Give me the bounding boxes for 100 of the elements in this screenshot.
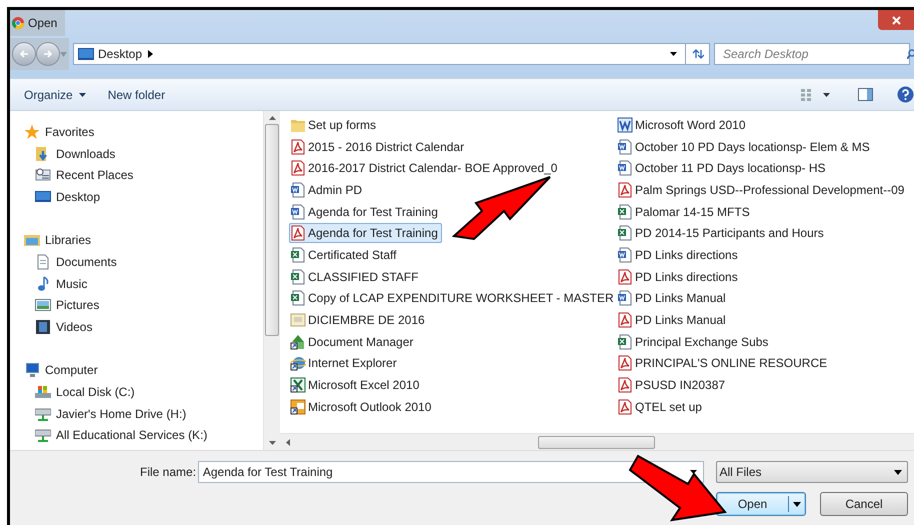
pdf-document-icon <box>617 355 633 372</box>
help-button[interactable] <box>897 86 914 103</box>
nav-item[interactable]: Recent Places <box>24 164 134 186</box>
file-item[interactable]: Internet Explorer <box>289 353 401 374</box>
breadcrumb-arrow-icon <box>148 50 154 58</box>
file-item[interactable]: Microsoft Excel 2010 <box>289 375 424 396</box>
star-icon <box>24 124 40 140</box>
nav-item[interactable]: Desktop <box>24 186 100 208</box>
dropdown-caret-icon[interactable] <box>670 52 677 56</box>
web-browser-shortcut-icon <box>290 355 306 372</box>
file-item[interactable]: PD Links Manual <box>616 288 730 308</box>
spreadsheet-document-icon <box>290 268 306 285</box>
spreadsheet-document-icon <box>290 246 306 263</box>
nav-item[interactable]: Javier's Home Drive (H:) <box>24 402 186 425</box>
search-icon <box>907 49 914 59</box>
file-item[interactable]: Principal Exchange Subs <box>616 332 772 352</box>
file-item[interactable]: PD Links Manual <box>616 310 730 330</box>
file-item[interactable]: CLASSIFIED STAFF <box>289 266 422 287</box>
scrollbar-thumb[interactable] <box>265 124 279 336</box>
desktop-icon <box>35 188 51 205</box>
word-document-icon <box>617 138 633 155</box>
pdf-document-icon <box>617 377 633 394</box>
spreadsheet-document-icon <box>290 290 306 306</box>
spreadsheet-document-icon <box>617 334 633 350</box>
file-item[interactable]: Microsoft Word 2010 <box>616 114 750 135</box>
nav-item[interactable]: Favorites <box>24 121 263 143</box>
nav-item[interactable]: Music <box>24 272 88 294</box>
pdf-document-icon <box>617 398 633 415</box>
file-item[interactable]: Agenda for Test Training <box>289 202 442 222</box>
file-item[interactable]: Copy of LCAP EXPENDITURE WORKSHEET - MASTER <box>289 288 618 308</box>
document-icon <box>35 254 51 270</box>
help-icon <box>897 86 914 103</box>
file-item[interactable]: Agenda for Test Training <box>289 223 442 244</box>
scrollbar-thumb[interactable] <box>538 436 655 448</box>
preview-pane-button[interactable] <box>858 88 873 101</box>
vertical-scrollbar[interactable] <box>263 111 280 450</box>
nav-item[interactable]: Computer <box>24 360 263 382</box>
file-item[interactable]: Document Manager <box>289 332 418 352</box>
back-arrow-icon <box>19 49 29 59</box>
file-item[interactable]: PD Links directions <box>616 244 742 265</box>
nav-item[interactable]: Documents <box>24 251 117 273</box>
file-item[interactable]: October 10 PD Days locationsp- Elem & MS <box>616 136 874 157</box>
pdf-document-icon <box>617 268 633 285</box>
file-item[interactable]: Palm Springs USD--Professional Development--09 <box>616 180 908 200</box>
file-item[interactable]: Admin PD <box>289 180 366 200</box>
file-item[interactable]: DICIEMBRE DE 2016 <box>289 310 429 330</box>
network-icon <box>35 406 51 422</box>
window-title: Open <box>28 15 58 32</box>
address-bar[interactable]: Desktop <box>73 43 710 65</box>
library-icon <box>24 232 40 248</box>
scroll-up-arrow-icon <box>268 116 276 120</box>
word-document-icon <box>617 160 633 176</box>
file-item[interactable]: Microsoft Outlook 2010 <box>289 396 436 417</box>
caret-icon <box>78 92 86 96</box>
nav-item[interactable]: Local Disk (C:) <box>24 381 135 403</box>
horizontal-scrollbar[interactable] <box>280 433 914 450</box>
file-item[interactable]: Palomar 14-15 MFTS <box>616 202 754 222</box>
preview-pane-icon <box>858 88 873 101</box>
network-icon <box>35 427 51 444</box>
spreadsheet-document-icon <box>617 225 633 242</box>
forward-arrow-icon <box>43 49 53 59</box>
nav-item[interactable]: Downloads <box>24 142 116 164</box>
forward-button[interactable] <box>36 42 60 66</box>
disk-icon <box>35 384 51 400</box>
file-item[interactable]: Set up forms <box>289 114 380 135</box>
nav-item[interactable]: Videos <box>24 316 92 338</box>
computer-icon <box>24 362 40 378</box>
close-button[interactable] <box>878 10 914 30</box>
recent-icon <box>35 167 51 184</box>
file-item[interactable]: 2016-2017 District Calendar- BOE Approved_0 <box>289 158 562 178</box>
file-item[interactable]: October 11 PD Days locationsp- HS <box>616 158 830 178</box>
word-app-shortcut-icon <box>617 116 633 133</box>
spreadsheet-document-icon <box>617 204 633 220</box>
file-item[interactable]: QTEL set up <box>616 396 706 417</box>
file-item[interactable]: 2015 - 2016 District Calendar <box>289 136 468 157</box>
file-item[interactable]: Certificated Staff <box>289 244 400 265</box>
document-manager-shortcut-icon <box>290 334 306 350</box>
file-type-dropdown[interactable]: All Files <box>716 461 908 483</box>
nav-item[interactable]: All Educational Services (K:) <box>24 424 208 446</box>
file-item[interactable]: PD Links directions <box>616 266 742 287</box>
refresh-arrows-icon <box>692 49 704 59</box>
spreadsheet-app-shortcut-icon <box>290 377 306 394</box>
nav-item[interactable]: Pictures <box>24 294 100 316</box>
dropdown-caret-icon <box>690 470 696 474</box>
toolbar-button[interactable]: Organize <box>18 84 92 106</box>
scroll-left-arrow-icon <box>286 438 290 446</box>
music-icon <box>35 276 51 292</box>
nav-item[interactable]: Libraries <box>24 229 263 252</box>
toolbar-button[interactable]: New folder <box>102 84 172 106</box>
scroll-down-arrow-icon <box>268 441 276 445</box>
back-button[interactable] <box>12 42 36 66</box>
open-button[interactable]: Open <box>716 492 806 516</box>
caret-icon <box>823 92 830 96</box>
cancel-button[interactable]: Cancel <box>820 492 908 516</box>
file-item[interactable]: PSUSD IN20387 <box>616 375 730 396</box>
word-document-icon <box>290 182 306 198</box>
file-item[interactable]: PD 2014-15 Participants and Hours <box>616 223 828 244</box>
dropdown-caret-icon <box>894 470 902 474</box>
file-item[interactable]: PRINCIPAL'S ONLINE RESOURCE <box>616 353 832 374</box>
videos-icon <box>35 319 51 336</box>
